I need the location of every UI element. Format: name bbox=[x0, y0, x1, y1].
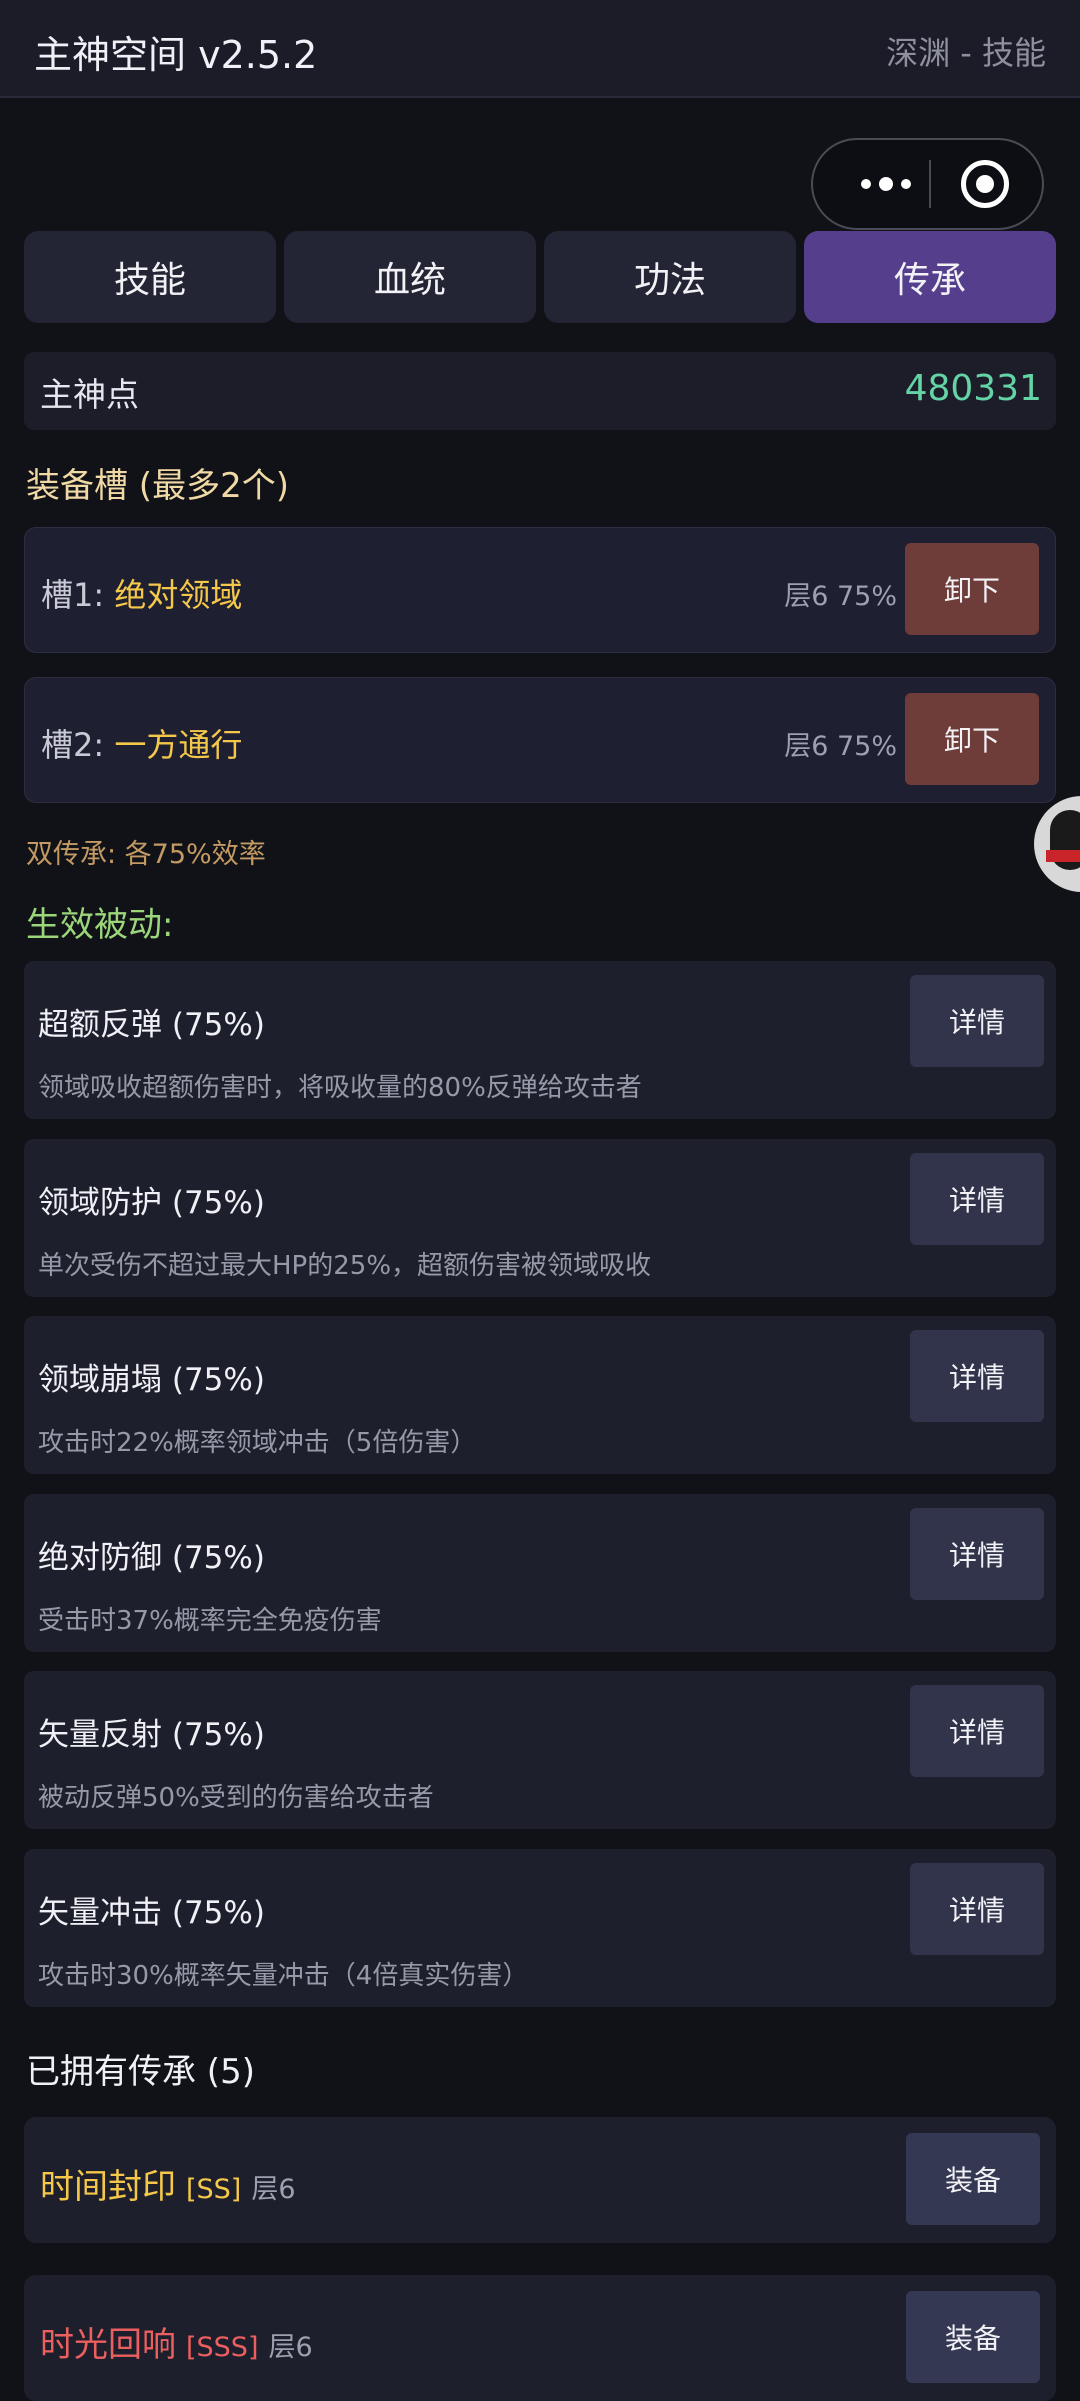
app-title: 主神空间 v2.5.2 bbox=[34, 33, 318, 77]
category-tabs: 技能 血统 功法 传承 bbox=[24, 231, 1056, 323]
passive-name: 领域崩塌 (75%) bbox=[38, 1362, 265, 1398]
tab-inheritance[interactable]: 传承 bbox=[804, 231, 1056, 323]
equip-slot-2: 槽2: 一方通行 层6 75% 卸下 bbox=[24, 677, 1056, 803]
equip-button[interactable]: 装备 bbox=[906, 2291, 1040, 2383]
slot-prefix: 槽2: bbox=[41, 726, 115, 764]
slot-skill-name: 绝对领域 bbox=[114, 576, 243, 614]
passive-name: 矢量反射 (75%) bbox=[38, 1717, 265, 1753]
inheritance-grade: [SSS] bbox=[186, 2332, 259, 2363]
inheritance-label: 时光回响 [SSS] 层6 bbox=[40, 2317, 313, 2366]
inheritance-layer: 层6 bbox=[251, 2174, 296, 2205]
equip-slot-1: 槽1: 绝对领域 层6 75% 卸下 bbox=[24, 527, 1056, 653]
active-passives-title: 生效被动: bbox=[26, 905, 174, 945]
miniprogram-capsule bbox=[811, 138, 1044, 230]
inheritance-layer: 层6 bbox=[268, 2332, 313, 2363]
inheritance-name: 时光回响 bbox=[40, 2325, 176, 2365]
passive-item: 矢量冲击 (75%) 攻击时30%概率矢量冲击（4倍真实伤害） 详情 bbox=[24, 1849, 1056, 2007]
slot-prefix: 槽1: bbox=[41, 576, 115, 614]
details-button[interactable]: 详情 bbox=[910, 1863, 1044, 1955]
passive-description: 被动反弹50%受到的伤害给攻击者 bbox=[38, 1783, 434, 1813]
slot-skill-name: 一方通行 bbox=[114, 726, 243, 764]
slot-meta: 层6 75% bbox=[784, 731, 897, 762]
tab-skills[interactable]: 技能 bbox=[24, 231, 276, 323]
unequip-button[interactable]: 卸下 bbox=[905, 543, 1039, 635]
owned-inheritance-item: 时光回响 [SSS] 层6 装备 bbox=[24, 2275, 1056, 2401]
passive-name: 领域防护 (75%) bbox=[38, 1185, 265, 1221]
passive-item: 矢量反射 (75%) 被动反弹50%受到的伤害给攻击者 详情 bbox=[24, 1671, 1056, 1829]
passive-name: 超额反弹 (75%) bbox=[38, 1007, 265, 1043]
passive-description: 领域吸收超额伤害时，将吸收量的80%反弹给攻击者 bbox=[38, 1073, 642, 1103]
passive-name: 绝对防御 (75%) bbox=[38, 1540, 265, 1576]
equip-slots-title: 装备槽 (最多2个) bbox=[26, 466, 289, 506]
passive-item: 领域防护 (75%) 单次受伤不超过最大HP的25%，超额伤害被领域吸收 详情 bbox=[24, 1139, 1056, 1297]
passive-description: 攻击时30%概率矢量冲击（4倍真实伤害） bbox=[38, 1961, 529, 1991]
slot-label: 槽2: 一方通行 bbox=[41, 720, 242, 766]
points-label: 主神点 bbox=[40, 375, 139, 414]
details-button[interactable]: 详情 bbox=[910, 1685, 1044, 1777]
app-header: 主神空间 v2.5.2 深渊 - 技能 bbox=[0, 0, 1080, 98]
page-subtitle: 深渊 - 技能 bbox=[886, 34, 1046, 72]
inheritance-label: 时间封印 [SS] 层6 bbox=[40, 2159, 296, 2208]
passive-description: 攻击时22%概率领域冲击（5倍伤害） bbox=[38, 1428, 477, 1458]
passive-item: 领域崩塌 (75%) 攻击时22%概率领域冲击（5倍伤害） 详情 bbox=[24, 1316, 1056, 1474]
slot-label: 槽1: 绝对领域 bbox=[41, 570, 242, 616]
details-button[interactable]: 详情 bbox=[910, 1508, 1044, 1600]
dual-inheritance-note: 双传承: 各75%效率 bbox=[26, 839, 266, 870]
inheritance-grade: [SS] bbox=[186, 2174, 242, 2205]
passive-name: 矢量冲击 (75%) bbox=[38, 1895, 265, 1931]
capsule-divider bbox=[929, 160, 931, 208]
tab-bloodline[interactable]: 血统 bbox=[284, 231, 536, 323]
points-bar: 主神点 480331 bbox=[24, 352, 1056, 430]
owned-inheritances-title: 已拥有传承 (5) bbox=[26, 2052, 255, 2092]
passive-description: 单次受伤不超过最大HP的25%，超额伤害被领域吸收 bbox=[38, 1251, 652, 1281]
details-button[interactable]: 详情 bbox=[910, 1153, 1044, 1245]
tab-techniques[interactable]: 功法 bbox=[544, 231, 796, 323]
points-value: 480331 bbox=[904, 368, 1042, 409]
details-button[interactable]: 详情 bbox=[910, 1330, 1044, 1422]
details-button[interactable]: 详情 bbox=[910, 975, 1044, 1067]
passive-description: 受击时37%概率完全免疫伤害 bbox=[38, 1606, 382, 1636]
slot-meta: 层6 75% bbox=[784, 581, 897, 612]
passive-item: 超额反弹 (75%) 领域吸收超额伤害时，将吸收量的80%反弹给攻击者 详情 bbox=[24, 961, 1056, 1119]
floating-assistant-icon[interactable] bbox=[1034, 796, 1080, 892]
inheritance-name: 时间封印 bbox=[40, 2167, 176, 2207]
equip-button[interactable]: 装备 bbox=[906, 2133, 1040, 2225]
more-menu-icon[interactable] bbox=[843, 140, 929, 228]
passive-item: 绝对防御 (75%) 受击时37%概率完全免疫伤害 详情 bbox=[24, 1494, 1056, 1652]
close-miniprogram-icon[interactable] bbox=[961, 160, 1009, 208]
owned-inheritance-item: 时间封印 [SS] 层6 装备 bbox=[24, 2117, 1056, 2243]
unequip-button[interactable]: 卸下 bbox=[905, 693, 1039, 785]
